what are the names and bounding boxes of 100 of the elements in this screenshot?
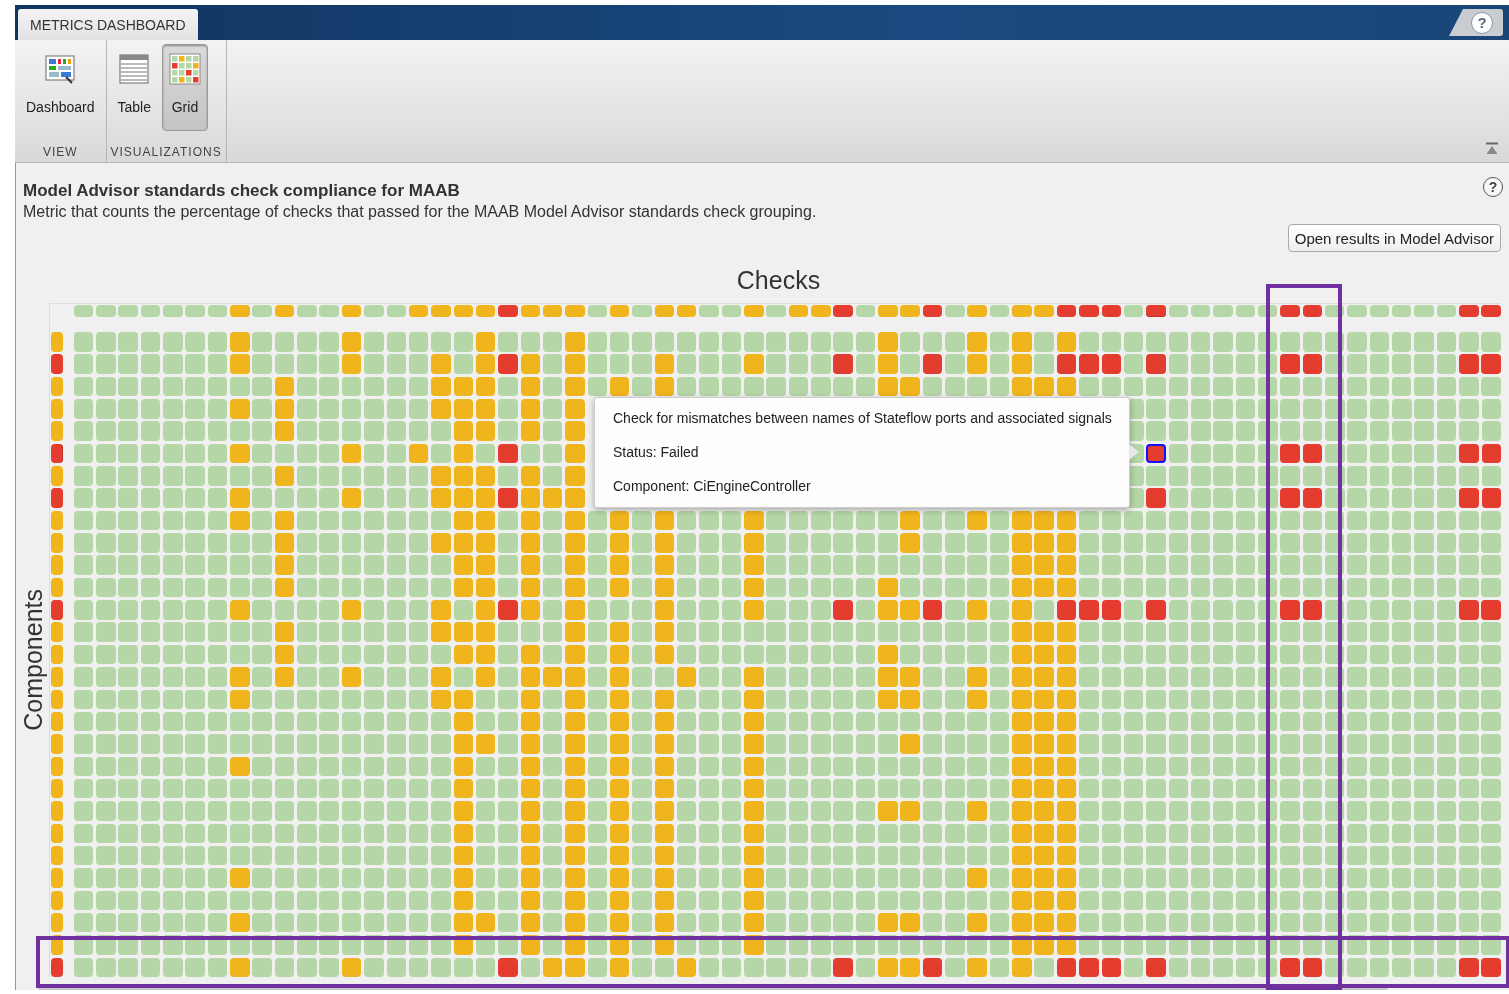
toolstrip-button[interactable]: Grid (161, 44, 208, 131)
check-summary-cell[interactable] (677, 305, 697, 317)
check-summary-cell[interactable] (207, 305, 228, 317)
check-summary-cell[interactable] (1235, 305, 1256, 317)
component-summary-cell[interactable] (51, 466, 64, 486)
component-summary-cell[interactable] (51, 488, 64, 508)
check-summary-cell[interactable] (1168, 305, 1189, 317)
check-summary-cell[interactable] (341, 305, 362, 317)
collapse-icon[interactable] (1485, 142, 1499, 156)
check-summary-cell[interactable] (900, 305, 920, 317)
component-summary-cell[interactable] (51, 711, 64, 732)
component-summary-cell[interactable] (51, 644, 64, 665)
check-summary-cell[interactable] (855, 305, 876, 317)
check-summary-cell[interactable] (565, 305, 585, 317)
tooltip-text: Check for mismatches between names of Stateflow ports and associated signals (613, 409, 1112, 428)
check-summary-cell[interactable] (632, 305, 652, 317)
check-summary-cell[interactable] (1146, 305, 1166, 317)
check-summary-cell[interactable] (587, 305, 608, 317)
check-summary-cell[interactable] (453, 305, 474, 317)
check-summary-cell[interactable] (766, 305, 786, 317)
check-summary-cell[interactable] (1101, 305, 1121, 317)
component-summary-cell[interactable] (51, 533, 64, 553)
check-summary-cell[interactable] (230, 305, 250, 317)
check-summary-cell[interactable] (140, 305, 161, 317)
check-summary-cell[interactable] (744, 305, 764, 317)
component-summary-cell[interactable] (51, 689, 64, 709)
component-summary-cell[interactable] (51, 555, 64, 575)
check-summary-cell[interactable] (1392, 305, 1412, 317)
component-summary-cell[interactable] (51, 399, 64, 419)
check-summary-cell[interactable] (1213, 305, 1233, 317)
check-summary-cell[interactable] (96, 305, 116, 317)
check-summary-cell[interactable] (1056, 305, 1077, 317)
toolstrip-button[interactable]: Table (110, 44, 158, 131)
check-summary-cell[interactable] (1459, 305, 1479, 317)
component-summary-cell[interactable] (51, 443, 64, 464)
component-summary-cell[interactable] (51, 600, 64, 620)
check-summary-cell[interactable] (319, 305, 339, 317)
component-summary-cell[interactable] (51, 376, 64, 397)
check-summary-cell[interactable] (1414, 305, 1434, 317)
check-summary-cell[interactable] (542, 305, 563, 317)
check-summary-cell[interactable] (609, 305, 630, 317)
check-summary-cell[interactable] (788, 305, 809, 317)
check-summary-cell[interactable] (811, 305, 831, 317)
check-summary-cell[interactable] (73, 305, 94, 317)
help-button[interactable]: ? (1471, 11, 1493, 34)
check-summary-cell[interactable] (408, 305, 429, 317)
check-summary-cell[interactable] (1436, 305, 1457, 317)
component-summary-cell[interactable] (51, 845, 64, 866)
component-summary-cell[interactable] (51, 868, 64, 888)
check-summary-cell[interactable] (922, 305, 943, 317)
component-summary-cell[interactable] (51, 667, 64, 687)
check-summary-cell[interactable] (1302, 305, 1323, 317)
check-summary-cell[interactable] (833, 305, 853, 317)
component-summary-cell[interactable] (51, 510, 64, 531)
check-summary-cell[interactable] (118, 305, 138, 317)
check-summary-cell[interactable] (364, 305, 384, 317)
check-summary-cell[interactable] (252, 305, 272, 317)
check-summary-cell[interactable] (945, 305, 965, 317)
check-summary-cell[interactable] (1347, 305, 1367, 317)
check-summary-cell[interactable] (654, 305, 675, 317)
component-summary-cell[interactable] (51, 734, 64, 754)
component-summary-cell[interactable] (51, 778, 64, 799)
component-summary-cell[interactable] (51, 957, 64, 978)
component-summary-cell[interactable] (51, 421, 64, 441)
check-summary-cell[interactable] (297, 305, 317, 317)
component-summary-cell[interactable] (51, 354, 64, 374)
check-summary-cell[interactable] (967, 305, 987, 317)
component-summary-cell[interactable] (51, 332, 64, 352)
component-summary-cell[interactable] (51, 912, 64, 933)
open-results-button[interactable]: Open results in Model Advisor (1287, 224, 1501, 252)
check-summary-cell[interactable] (721, 305, 742, 317)
check-summary-cell[interactable] (1280, 305, 1300, 317)
check-summary-cell[interactable] (498, 305, 518, 317)
component-summary-cell[interactable] (51, 801, 64, 821)
check-summary-cell[interactable] (185, 305, 205, 317)
component-summary-cell[interactable] (51, 823, 64, 844)
check-summary-cell[interactable] (520, 305, 541, 317)
component-summary-cell[interactable] (51, 577, 64, 598)
check-summary-cell[interactable] (1012, 305, 1032, 317)
component-summary-cell[interactable] (51, 622, 64, 642)
check-summary-cell[interactable] (475, 305, 496, 317)
check-summary-cell[interactable] (386, 305, 406, 317)
help-button[interactable]: ? (1483, 177, 1503, 197)
toolstrip-button[interactable]: Dashboard (19, 44, 102, 131)
check-summary-cell[interactable] (1481, 305, 1501, 317)
app-tab[interactable]: METRICS DASHBOARD (18, 9, 198, 40)
check-summary-cell[interactable] (1034, 305, 1054, 317)
check-summary-cell[interactable] (989, 305, 1010, 317)
check-summary-cell[interactable] (431, 305, 451, 317)
check-summary-cell[interactable] (163, 305, 183, 317)
check-summary-cell[interactable] (878, 305, 898, 317)
check-summary-cell[interactable] (699, 305, 719, 317)
check-summary-cell[interactable] (1123, 305, 1144, 317)
component-summary-cell[interactable] (51, 890, 64, 911)
component-summary-cell[interactable] (51, 756, 64, 777)
check-summary-cell[interactable] (274, 305, 295, 317)
check-summary-cell[interactable] (1079, 305, 1099, 317)
section-label: VISUALIZATIONS (109, 144, 223, 161)
check-summary-cell[interactable] (1369, 305, 1390, 317)
check-summary-cell[interactable] (1190, 305, 1211, 317)
